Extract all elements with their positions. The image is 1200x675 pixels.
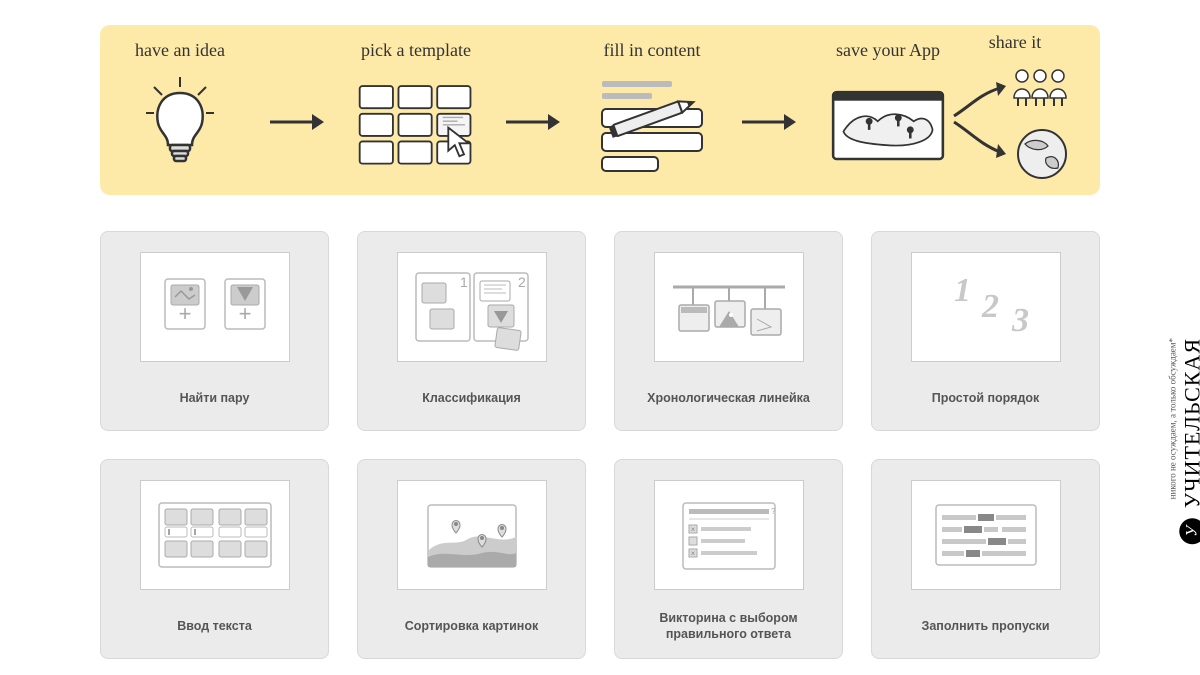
template-card-simple-order[interactable]: 1 2 3 Простой порядок — [871, 231, 1100, 431]
template-grid-icon — [356, 68, 476, 178]
step-share-label: share it — [989, 32, 1041, 56]
svg-text:×: × — [690, 549, 695, 558]
arrow-icon — [740, 107, 800, 137]
pencil-form-icon — [592, 68, 712, 178]
watermark-tagline: никого не осуждаем, а только обсуждаем* — [1167, 338, 1177, 499]
svg-text:+: + — [178, 301, 191, 326]
template-title: Викторина с выбором правильного ответа — [629, 610, 828, 643]
template-title: Классификация — [422, 382, 521, 414]
svg-text:×: × — [690, 525, 695, 534]
step-content-label: fill in content — [604, 40, 701, 64]
step-idea: have an idea — [120, 40, 240, 178]
template-grid: + + Найти пару 1 2 — [100, 231, 1100, 659]
share-arrows-icon — [950, 66, 1080, 186]
timeline-icon — [654, 252, 804, 362]
simple-order-icon: 1 2 3 — [911, 252, 1061, 362]
watermark: никого не осуждаем, а только обсуждаем* … — [1179, 338, 1200, 544]
template-title: Заполнить пропуски — [921, 610, 1049, 642]
watermark-badge: У — [1179, 518, 1200, 544]
template-title: Сортировка картинок — [405, 610, 539, 642]
arrow-icon — [268, 107, 328, 137]
arrow-icon — [504, 107, 564, 137]
step-share-column: share it — [950, 32, 1080, 186]
template-title: Простой порядок — [932, 382, 1040, 414]
svg-text:?: ? — [771, 507, 776, 516]
step-save: save your App — [828, 40, 948, 178]
step-idea-label: have an idea — [135, 40, 225, 64]
svg-text:+: + — [238, 301, 251, 326]
template-card-image-sort[interactable]: Сортировка картинок — [357, 459, 586, 659]
step-content: fill in content — [592, 40, 712, 178]
main-container: have an idea — [0, 0, 1200, 659]
svg-text:2: 2 — [518, 274, 526, 290]
step-template: pick a template — [356, 40, 476, 178]
svg-text:2: 2 — [981, 288, 999, 325]
svg-text:1: 1 — [954, 272, 971, 309]
lightbulb-icon — [120, 68, 240, 178]
fill-blanks-icon — [911, 480, 1061, 590]
template-card-text-input[interactable]: Ввод текста — [100, 459, 329, 659]
template-title: Ввод текста — [177, 610, 252, 642]
image-sort-icon — [397, 480, 547, 590]
template-title: Найти пару — [180, 382, 250, 414]
svg-text:1: 1 — [460, 274, 468, 290]
text-input-icon — [140, 480, 290, 590]
template-card-timeline[interactable]: Хронологическая линейка — [614, 231, 843, 431]
map-app-icon — [828, 68, 948, 178]
svg-text:3: 3 — [1011, 302, 1029, 339]
classification-icon: 1 2 — [397, 252, 547, 362]
step-template-label: pick a template — [361, 40, 471, 64]
steps-banner: have an idea — [100, 25, 1100, 195]
template-card-find-pair[interactable]: + + Найти пару — [100, 231, 329, 431]
template-card-classification[interactable]: 1 2 Классификация — [357, 231, 586, 431]
quiz-icon: ? × × — [654, 480, 804, 590]
template-card-fill-blanks[interactable]: Заполнить пропуски — [871, 459, 1100, 659]
watermark-title: УЧИТЕЛЬСКАЯ — [1179, 338, 1200, 508]
template-card-quiz[interactable]: ? × × — [614, 459, 843, 659]
template-title: Хронологическая линейка — [647, 382, 810, 414]
step-save-label: save your App — [836, 40, 940, 64]
find-pair-icon: + + — [140, 252, 290, 362]
